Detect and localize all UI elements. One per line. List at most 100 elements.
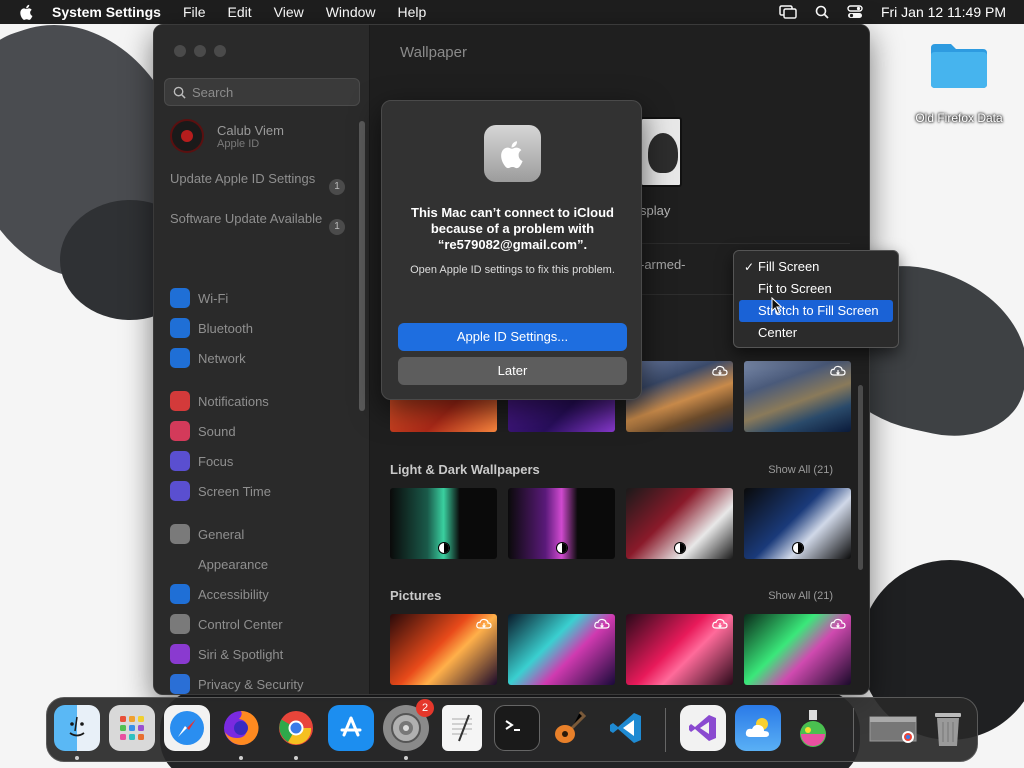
menu-window[interactable]: Window bbox=[326, 4, 376, 20]
dock-system-settings[interactable]: 2 bbox=[383, 699, 434, 751]
desktop-folder[interactable]: Old Firefox Data bbox=[906, 40, 1012, 125]
wallpaper-thumbnail[interactable] bbox=[626, 488, 733, 559]
sidebar-item-siri-spotlight[interactable]: Siri & Spotlight bbox=[170, 643, 283, 665]
terminal-icon bbox=[505, 720, 520, 731]
menu-edit[interactable]: Edit bbox=[228, 4, 252, 20]
sidebar-search-input[interactable]: Search bbox=[164, 78, 360, 106]
wallpaper-thumbnail[interactable] bbox=[508, 614, 615, 685]
content-scrollbar[interactable] bbox=[858, 385, 863, 570]
dock-garageband[interactable] bbox=[547, 705, 593, 751]
download-icon[interactable] bbox=[830, 618, 846, 630]
sidebar-item-notifications[interactable]: Notifications bbox=[170, 390, 269, 412]
menu-option-fit-to-screen[interactable]: Fit to Screen bbox=[739, 278, 893, 300]
download-icon[interactable] bbox=[594, 618, 610, 630]
wallpaper-fit-menu: ✓ Fill Screen Fit to Screen Stretch to F… bbox=[733, 250, 899, 348]
sidebar-item-label: Sound bbox=[198, 423, 236, 439]
siri-icon bbox=[170, 644, 190, 664]
dock-launchpad[interactable] bbox=[109, 705, 155, 751]
sidebar-item-control-center[interactable]: Control Center bbox=[170, 613, 283, 635]
zoom-window-button[interactable] bbox=[214, 45, 226, 57]
menu-option-fill-screen[interactable]: ✓ Fill Screen bbox=[739, 256, 893, 278]
sidebar-item-wi-fi[interactable]: Wi-Fi bbox=[170, 287, 228, 309]
dock-safari[interactable] bbox=[164, 705, 210, 751]
apple-id-account[interactable]: Calub Viem Apple ID bbox=[170, 119, 284, 153]
option-label: Fill Screen bbox=[758, 259, 820, 274]
option-label: Center bbox=[758, 325, 798, 340]
sidebar-item-label: General bbox=[198, 526, 245, 542]
close-window-button[interactable] bbox=[174, 45, 186, 57]
wallpaper-thumbnail[interactable] bbox=[744, 361, 851, 432]
sidebar-item-appearance[interactable]: Appearance bbox=[170, 553, 268, 575]
dock-textedit[interactable] bbox=[442, 705, 482, 751]
current-wallpaper-preview[interactable] bbox=[640, 117, 682, 187]
download-icon[interactable] bbox=[712, 365, 728, 377]
wallpaper-thumbnail[interactable] bbox=[508, 488, 615, 559]
sidebar-item-general[interactable]: General bbox=[170, 523, 244, 545]
sidebar-item-screen-time[interactable]: Screen Time bbox=[170, 480, 271, 502]
wallpaper-thumbnail[interactable] bbox=[390, 614, 497, 685]
download-icon[interactable] bbox=[712, 618, 728, 630]
menu-file[interactable]: File bbox=[183, 4, 206, 20]
control-center-icon bbox=[170, 614, 190, 634]
dock-firefox[interactable] bbox=[218, 705, 264, 751]
dock-vscode[interactable] bbox=[603, 705, 649, 751]
sidebar-item-label: Notifications bbox=[198, 393, 269, 409]
menu-clock[interactable]: Fri Jan 12 11:49 PM bbox=[881, 4, 1006, 20]
menu-option-center[interactable]: Center bbox=[739, 322, 893, 344]
dock-app-store[interactable] bbox=[328, 705, 374, 751]
sidebar-item-update-apple-id[interactable]: Update Apple ID Settings 1 bbox=[170, 171, 345, 195]
sidebar-item-label: Bluetooth bbox=[198, 320, 253, 336]
sidebar-item-focus[interactable]: Focus bbox=[170, 450, 233, 472]
notice-badge: 1 bbox=[329, 179, 345, 195]
app-store-icon bbox=[340, 716, 362, 737]
dock-chrome[interactable] bbox=[273, 705, 319, 751]
accessibility-icon bbox=[170, 584, 190, 604]
menu-help[interactable]: Help bbox=[398, 4, 427, 20]
icloud-alert-dialog: This Mac can’t connect to iCloud because… bbox=[381, 100, 642, 400]
sidebar-item-label: Screen Time bbox=[198, 483, 271, 499]
sidebar-item-accessibility[interactable]: Accessibility bbox=[170, 583, 269, 605]
menu-app-name[interactable]: System Settings bbox=[52, 4, 161, 20]
sidebar-item-sound[interactable]: Sound bbox=[170, 420, 236, 442]
apple-menu-icon[interactable] bbox=[18, 3, 36, 21]
sidebar-scrollbar[interactable] bbox=[359, 121, 365, 411]
sidebar-item-label: Siri & Spotlight bbox=[198, 646, 284, 662]
show-all-light-dark-button[interactable]: Show All (21) bbox=[768, 464, 833, 476]
menu-option-stretch-to-fill[interactable]: Stretch to Fill Screen bbox=[739, 300, 893, 322]
show-all-pictures-button[interactable]: Show All (21) bbox=[768, 590, 833, 602]
dock-weather[interactable] bbox=[735, 705, 781, 751]
later-button[interactable]: Later bbox=[398, 357, 627, 385]
screen-mirroring-icon[interactable] bbox=[779, 5, 797, 19]
wallpaper-thumbnail[interactable] bbox=[626, 361, 733, 432]
minimize-window-button[interactable] bbox=[194, 45, 206, 57]
finder-icon bbox=[69, 716, 85, 737]
bell-icon bbox=[170, 391, 190, 411]
wallpaper-thumbnail[interactable] bbox=[390, 488, 497, 559]
apple-id-settings-button[interactable]: Apple ID Settings... bbox=[398, 323, 627, 351]
spotlight-search-icon[interactable] bbox=[815, 5, 829, 19]
sidebar-item-bluetooth[interactable]: Bluetooth bbox=[170, 317, 253, 339]
download-icon[interactable] bbox=[830, 365, 846, 377]
dock-visual-studio[interactable] bbox=[680, 705, 726, 751]
download-icon[interactable] bbox=[476, 618, 492, 630]
sidebar-item-label: Appearance bbox=[198, 556, 269, 572]
weather-icon bbox=[745, 718, 769, 737]
dock-terminal[interactable] bbox=[494, 705, 540, 751]
sidebar-item-privacy-security[interactable]: Privacy & Security bbox=[170, 673, 303, 694]
wallpaper-thumbnail[interactable] bbox=[744, 614, 851, 685]
sidebar-item-software-update[interactable]: Software Update Available 1 bbox=[170, 211, 345, 235]
dock-color-picker[interactable] bbox=[790, 705, 836, 751]
dock-trash[interactable] bbox=[925, 705, 971, 751]
control-center-icon[interactable] bbox=[847, 5, 863, 19]
sidebar-item-label: Network bbox=[198, 350, 246, 366]
section-pictures-title: Pictures bbox=[390, 588, 442, 603]
dock-finder[interactable] bbox=[54, 705, 100, 751]
wallpaper-thumbnail[interactable] bbox=[744, 488, 851, 559]
wallpaper-thumbnail[interactable] bbox=[626, 614, 733, 685]
display-label: splay bbox=[640, 203, 671, 218]
sidebar-item-network[interactable]: Network bbox=[170, 347, 246, 369]
dock-downloads-stack[interactable] bbox=[867, 705, 919, 751]
menu-view[interactable]: View bbox=[274, 4, 304, 20]
downloads-stack-icon bbox=[869, 716, 917, 743]
section-light-dark-title: Light & Dark Wallpapers bbox=[390, 462, 540, 477]
